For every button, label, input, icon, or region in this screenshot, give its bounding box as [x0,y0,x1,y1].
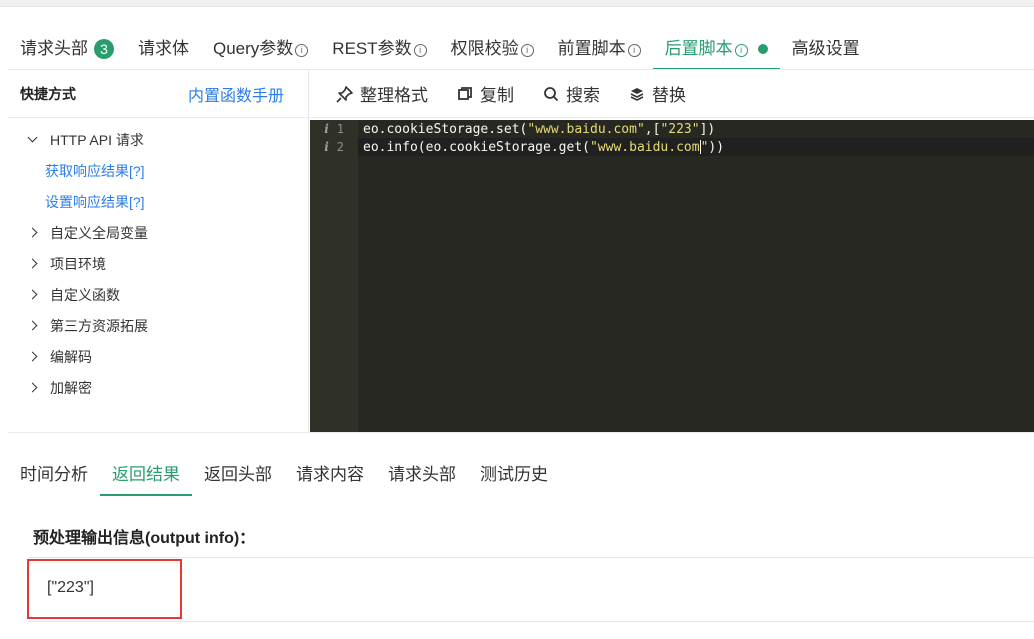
tree-item-crypto[interactable]: 加解密 [8,372,308,403]
tree-item-set-response[interactable]: 设置响应结果[?] [8,186,308,217]
replace-button[interactable]: 替换 [628,81,686,106]
count-badge: 3 [94,39,114,59]
tree-item-custom-functions[interactable]: 自定义函数 [8,279,308,310]
chevron-down-icon [26,133,40,147]
tree-item-codec[interactable]: 编解码 [8,341,308,372]
string-token: "www.baidu.com [589,139,700,155]
copy-button[interactable]: 复制 [456,81,514,106]
code-text: eo.cookieStorage.set("www.baidu.com",["2… [358,122,715,137]
shortcut-panel: 快捷方式 内置函数手册 HTTP API 请求 获取响应结果[?] 设置响应结果… [8,70,309,432]
shortcut-tree: HTTP API 请求 获取响应结果[?] 设置响应结果[?] 自定义全局变量 … [8,118,308,403]
replace-label: 替换 [652,86,686,105]
tree-item-http-api[interactable]: HTTP API 请求 [8,124,308,155]
tree-item-label: 加解密 [50,379,92,396]
top-divider [0,6,1034,7]
search-label: 搜索 [566,86,600,105]
status-dot-icon [757,44,768,54]
tab-request-headers-result[interactable]: 请求头部 [376,456,468,494]
tab-label: 请求头部 [20,39,88,58]
highlight-box [27,559,182,619]
tab-post-script[interactable]: 后置脚本 i [652,30,780,70]
tree-item-label: 第三方资源拓展 [50,317,148,334]
chevron-right-icon [26,288,40,302]
chevron-right-icon [26,381,40,395]
code-token: )) [708,139,725,155]
tree-item-get-response[interactable]: 获取响应结果[?] [8,155,308,186]
tab-label: 后置脚本 [664,39,733,58]
info-icon: i [520,43,534,57]
tab-response-result[interactable]: 返回结果 [100,456,192,496]
tab-label: 请求体 [138,39,189,58]
chevron-right-icon [26,226,40,240]
search-icon [544,86,559,101]
format-label: 整理格式 [360,86,428,105]
code-line: i2 eo.info(eo.cookieStorage.get("www.bai… [310,138,724,156]
shortcut-title: 快捷方式 [20,85,76,102]
tree-item-label: 自定义函数 [50,286,120,303]
bottom-divider [8,432,1034,433]
string-token: "www.baidu.com" [527,121,645,137]
copy-label: 复制 [480,86,514,105]
pin-icon [336,85,353,103]
code-text: eo.info(eo.cookieStorage.get("www.baidu.… [358,140,724,155]
line-number: i2 [310,140,358,154]
info-icon: i [324,140,329,154]
chevron-right-icon [26,257,40,271]
info-icon: i [413,43,427,57]
chevron-right-icon [26,350,40,364]
tree-item-label: 编解码 [50,348,92,365]
editor-toolbar: 整理格式 复制 搜索 替换 [310,70,1034,118]
tab-request-body[interactable]: 请求体 [126,30,201,68]
code-token: eo.info(eo.cookieStorage.get( [363,139,590,155]
format-button[interactable]: 整理格式 [336,81,428,106]
code-editor[interactable]: i1 eo.cookieStorage.set("www.baidu.com",… [310,120,1034,432]
tree-item-label: HTTP API 请求 [50,131,144,148]
output-divider-bottom [28,621,1034,622]
output-info-title: 预处理输出信息(output info)： [33,530,256,547]
builtin-function-manual-link[interactable]: 内置函数手册 [188,82,284,106]
info-icon: i [295,43,309,57]
shortcut-header: 快捷方式 内置函数手册 [8,70,308,118]
info-icon: i [324,122,329,136]
tab-label: REST参数 [332,39,412,58]
code-line: i1 eo.cookieStorage.set("www.baidu.com",… [310,120,715,138]
editor-gutter [310,120,358,432]
line-number-text: 1 [336,122,344,136]
tab-label: Query参数 [213,39,294,58]
info-icon: i [734,43,748,57]
tab-advanced-settings[interactable]: 高级设置 [780,30,872,68]
tab-test-history[interactable]: 测试历史 [468,456,560,494]
tree-item-label: 项目环境 [50,255,106,272]
tab-label: 前置脚本 [557,39,626,58]
tab-request-headers[interactable]: 请求头部 3 [8,30,126,68]
tab-auth[interactable]: 权限校验 i [439,30,546,68]
string-token: "223" [660,121,700,137]
chevron-right-icon [26,319,40,333]
line-number-text: 2 [336,140,344,154]
output-divider-top [28,557,1034,558]
tab-time-analysis[interactable]: 时间分析 [8,456,100,494]
layers-icon [630,87,644,101]
code-token: eo.cookieStorage.set( [363,121,528,137]
tab-pre-script[interactable]: 前置脚本 i [546,30,653,68]
tree-item-project-env[interactable]: 项目环境 [8,248,308,279]
tree-item-third-party[interactable]: 第三方资源拓展 [8,310,308,341]
tab-response-headers[interactable]: 返回头部 [192,456,284,494]
info-icon: i [627,43,641,57]
line-number: i1 [310,122,358,136]
tree-item-global-vars[interactable]: 自定义全局变量 [8,217,308,248]
result-tabs: 时间分析 返回结果 返回头部 请求内容 请求头部 测试历史 [8,456,560,496]
tab-label: 高级设置 [791,39,860,58]
code-token: ]) [699,121,716,137]
search-button[interactable]: 搜索 [542,81,600,106]
copy-icon [458,86,472,100]
tab-label: 权限校验 [450,39,519,58]
code-token: ,[ [644,121,661,137]
script-tabs: 请求头部 3 请求体 Query参数 i REST参数 i 权限校验 i 前置脚… [8,30,872,70]
tab-rest-params[interactable]: REST参数 i [320,30,438,68]
tree-item-label: 自定义全局变量 [50,224,148,241]
tab-query-params[interactable]: Query参数 i [201,30,320,68]
tab-request-content[interactable]: 请求内容 [284,456,376,494]
